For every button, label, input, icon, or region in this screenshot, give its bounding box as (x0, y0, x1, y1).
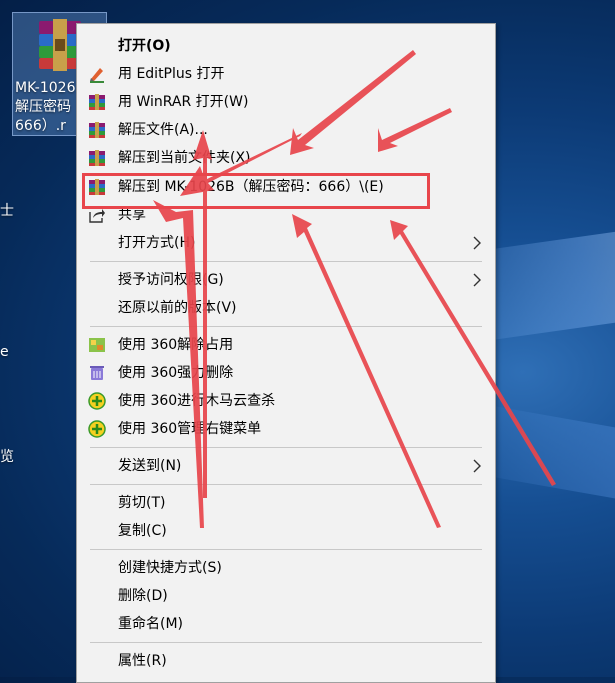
menu-item-open-winrar[interactable]: 用 WinRAR 打开(W) (77, 88, 495, 116)
menu-item-grant-access[interactable]: 授予访问权限(G) (77, 266, 495, 294)
360-unlock-icon (89, 338, 105, 352)
desktop-cut-off-label: 览 (0, 449, 14, 465)
menu-item-label: 使用 360解除占用 (118, 337, 234, 353)
menu-separator (90, 261, 482, 262)
chevron-right-icon (473, 459, 481, 473)
menu-item-label: 删除(D) (118, 588, 168, 604)
desktop-cut-off-label: e (0, 344, 9, 360)
menu-item-label: 解压到当前文件夹(X) (118, 150, 251, 166)
menu-item-open[interactable]: 打开(O) (77, 32, 495, 60)
menu-item-cut[interactable]: 剪切(T) (77, 489, 495, 517)
menu-item-label: 创建快捷方式(S) (118, 560, 222, 576)
menu-item-360-manage-menu[interactable]: 使用 360管理右键菜单 (77, 415, 495, 443)
menu-item-label: 使用 360强力删除 (118, 365, 234, 381)
menu-item-label: 用 EditPlus 打开 (118, 66, 225, 82)
menu-item-label: 打开方式(H) (118, 235, 196, 251)
360-delete-icon (90, 366, 104, 380)
menu-item-open-editplus[interactable]: 用 EditPlus 打开 (77, 60, 495, 88)
menu-item-create-shortcut[interactable]: 创建快捷方式(S) (77, 554, 495, 582)
360-shield-icon (88, 392, 106, 410)
menu-item-rename[interactable]: 重命名(M) (77, 610, 495, 638)
menu-item-label: 用 WinRAR 打开(W) (118, 94, 249, 110)
menu-separator (90, 326, 482, 327)
menu-item-label: 解压文件(A)... (118, 122, 208, 138)
menu-item-360-unlock[interactable]: 使用 360解除占用 (77, 331, 495, 359)
menu-item-copy[interactable]: 复制(C) (77, 517, 495, 545)
menu-item-label: 还原以前的版本(V) (118, 300, 237, 316)
winrar-icon (89, 150, 105, 166)
menu-item-open-with[interactable]: 打开方式(H) (77, 229, 495, 257)
highlight-box (82, 173, 430, 209)
menu-separator (90, 642, 482, 643)
context-menu: 打开(O) 用 EditPlus 打开 用 WinRAR 打开(W) 解压文件(… (76, 23, 496, 683)
menu-item-label: 复制(C) (118, 523, 167, 539)
menu-item-label: 重命名(M) (118, 616, 184, 632)
menu-item-label: 使用 360管理右键菜单 (118, 421, 262, 437)
editplus-icon (90, 68, 104, 83)
menu-item-label: 授予访问权限(G) (118, 272, 224, 288)
menu-separator (90, 447, 482, 448)
menu-item-360-trojan-scan[interactable]: 使用 360进行木马云查杀 (77, 387, 495, 415)
menu-item-extract-here[interactable]: 解压到当前文件夹(X) (77, 144, 495, 172)
menu-item-send-to[interactable]: 发送到(N) (77, 452, 495, 480)
desktop-cut-off-label: 士 (0, 203, 14, 219)
menu-separator (90, 484, 482, 485)
menu-item-360-force-delete[interactable]: 使用 360强力删除 (77, 359, 495, 387)
chevron-right-icon (473, 273, 481, 287)
menu-item-label: 剪切(T) (118, 495, 166, 511)
menu-item-restore-versions[interactable]: 还原以前的版本(V) (77, 294, 495, 322)
chevron-right-icon (473, 236, 481, 250)
menu-item-label: 发送到(N) (118, 458, 182, 474)
menu-item-label: 使用 360进行木马云查杀 (118, 393, 276, 409)
winrar-icon (89, 94, 105, 110)
360-shield-icon (88, 420, 106, 438)
menu-item-extract-files[interactable]: 解压文件(A)... (77, 116, 495, 144)
winrar-icon (89, 122, 105, 138)
menu-item-delete[interactable]: 删除(D) (77, 582, 495, 610)
menu-item-label: 打开(O) (118, 38, 171, 54)
menu-separator (90, 549, 482, 550)
menu-item-properties[interactable]: 属性(R) (77, 647, 495, 675)
menu-item-label: 属性(R) (118, 653, 167, 669)
